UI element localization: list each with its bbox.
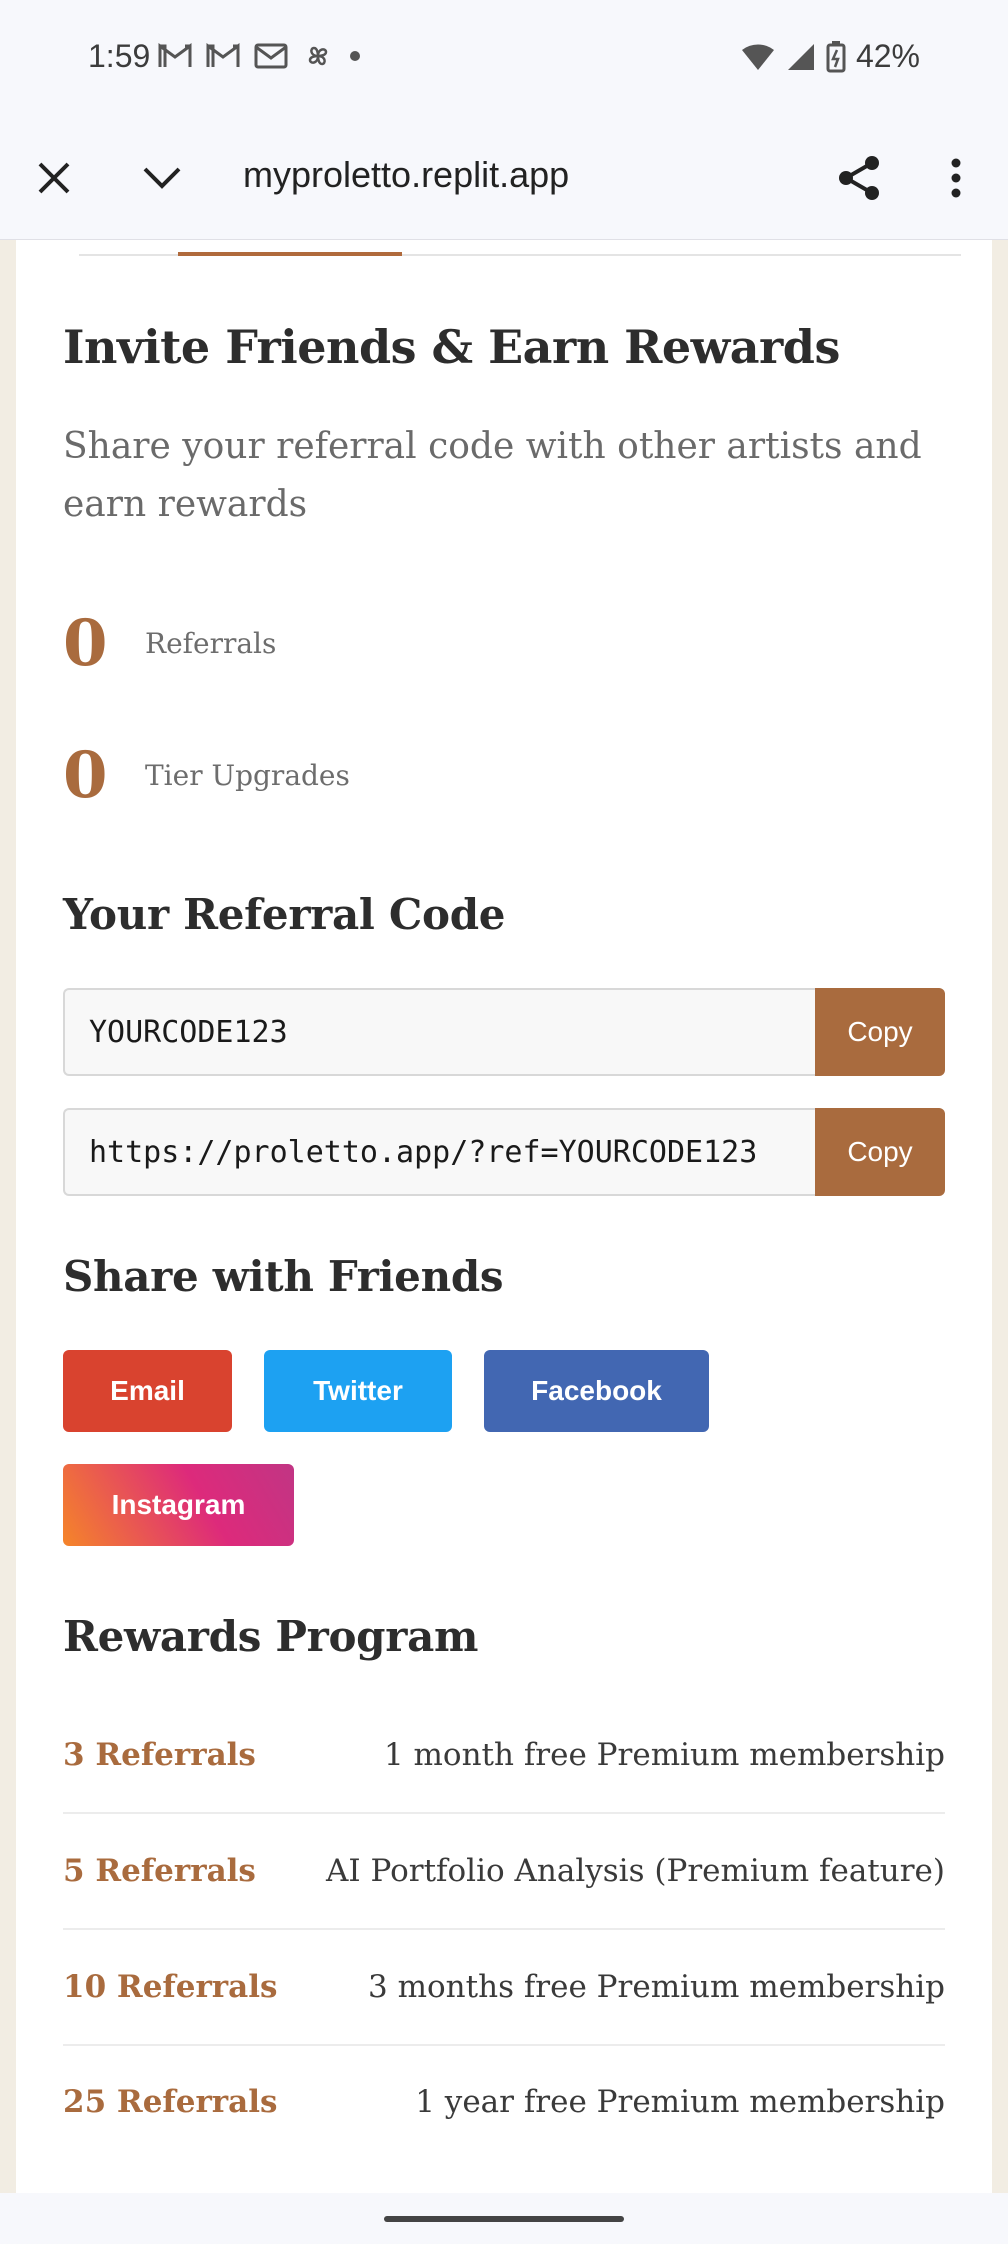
system-nav-bar [0,2193,1008,2244]
home-gesture-handle[interactable] [384,2216,624,2222]
share-heading: Share with Friends [63,1252,504,1301]
copy-link-button[interactable]: Copy [815,1108,945,1196]
stat-value: 0 [63,738,108,813]
referral-card: Invite Friends & Earn Rewards Share your… [16,240,992,2193]
battery-percent: 42% [855,38,920,74]
stat-value: 0 [63,606,108,681]
share-button[interactable] [827,146,891,210]
battery-icon [826,40,846,72]
status-time: 1:59 [88,38,151,74]
reward-row: 5 Referrals AI Portfolio Analysis (Premi… [63,1814,945,1930]
reward-count: 3 Referrals [63,1737,256,1773]
stat-referrals: 0 Referrals [63,606,276,681]
stat-label: Referrals [145,627,277,660]
gmail-icon [206,43,240,67]
reward-description: 3 months free Premium membership [368,1969,945,2005]
dot-icon [350,51,360,61]
referral-code-row: YOURCODE123 Copy [63,988,945,1076]
reward-row: 25 Referrals 1 year free Premium members… [63,2044,945,2160]
pinwheel-icon [308,46,328,66]
browser-toolbar: myproletto.replit.app [0,116,1008,240]
close-icon [38,162,70,194]
share-twitter-button[interactable]: Twitter [264,1350,452,1432]
share-email-button[interactable]: Email [63,1350,232,1432]
referral-link-field[interactable]: https://proletto.app/?ref=YOURCODE123 [63,1108,815,1196]
close-button[interactable] [22,146,86,210]
more-vert-icon [951,158,961,198]
referral-link-row: https://proletto.app/?ref=YOURCODE123 Co… [63,1108,945,1196]
reward-row: 3 Referrals 1 month free Premium members… [63,1698,945,1814]
tab-active-indicator[interactable] [178,252,402,256]
reward-description: AI Portfolio Analysis (Premium feature) [326,1853,945,1889]
share-facebook-button[interactable]: Facebook [484,1350,709,1432]
share-instagram-button[interactable]: Instagram [63,1464,294,1546]
reward-row: 10 Referrals 3 months free Premium membe… [63,1930,945,2046]
wifi-icon [741,43,774,70]
referral-code-field[interactable]: YOURCODE123 [63,988,815,1076]
reward-description: 1 month free Premium membership [383,1737,945,1773]
chevron-down-icon [143,167,181,189]
page-title: Invite Friends & Earn Rewards [63,320,840,374]
mail-icon [254,43,288,69]
gmail-icon [158,43,192,67]
collapse-button[interactable] [130,146,194,210]
copy-code-button[interactable]: Copy [815,988,945,1076]
more-options-button[interactable] [924,146,988,210]
page-subtitle: Share your referral code with other arti… [63,426,922,525]
reward-description: 1 year free Premium membership [415,2084,945,2120]
share-icon [839,156,879,200]
reward-count: 5 Referrals [63,1853,256,1889]
status-bar: 1:59 42% [0,0,1008,116]
stat-label: Tier Upgrades [145,759,350,792]
stat-tier-upgrades: 0 Tier Upgrades [63,738,350,813]
reward-count: 10 Referrals [63,1969,278,2005]
url-text[interactable]: myproletto.replit.app [243,154,569,196]
reward-count: 25 Referrals [63,2084,278,2120]
referral-code-heading: Your Referral Code [63,890,506,939]
signal-icon [787,43,814,70]
rewards-heading: Rewards Program [63,1612,479,1661]
